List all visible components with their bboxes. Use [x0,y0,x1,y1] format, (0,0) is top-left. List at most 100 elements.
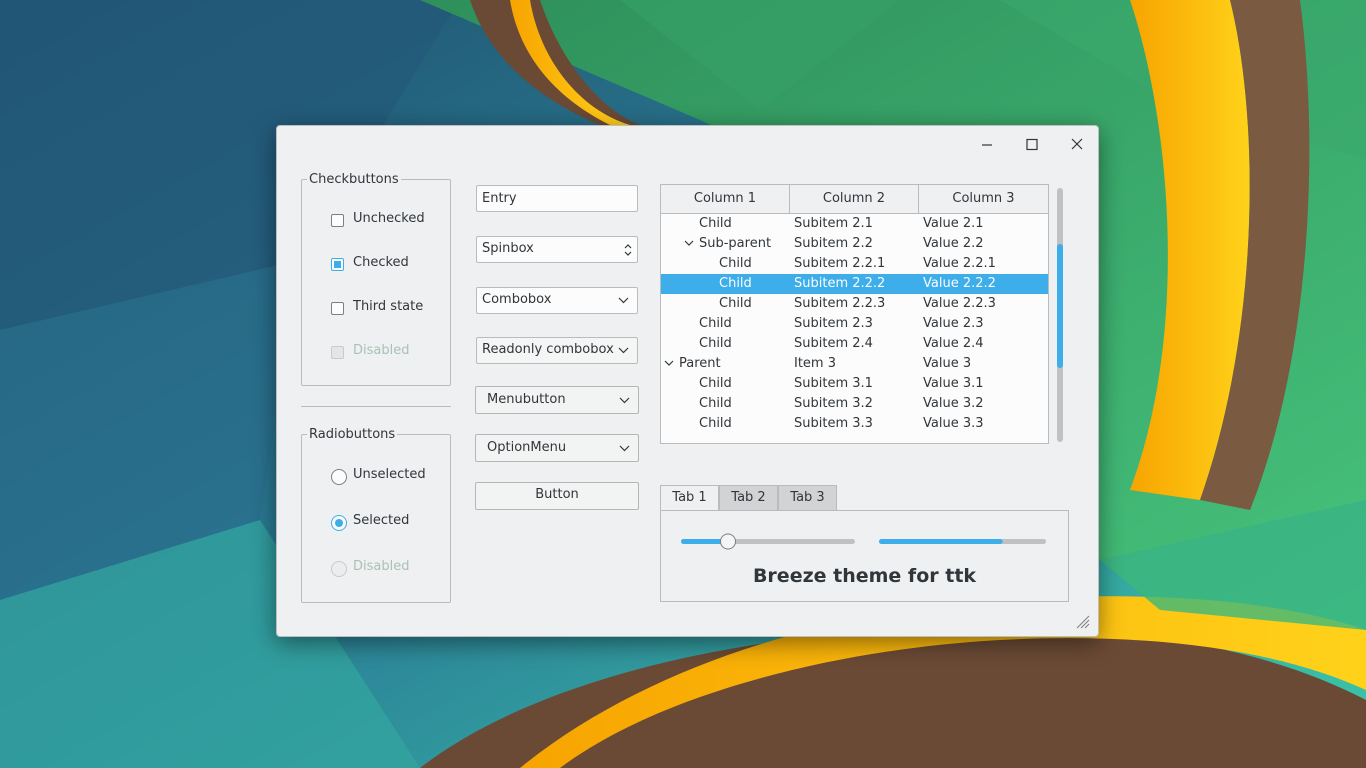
spinbox-value: Spinbox [482,241,534,256]
chevron-down-icon[interactable] [618,297,629,304]
combobox[interactable]: Combobox [476,287,638,314]
tree-cell-col2: Subitem 3.1 [794,376,873,391]
tree-cell-col2: Item 3 [794,356,836,371]
button[interactable]: Button [475,482,639,510]
tree-cell-col1: Sub-parent [699,236,772,251]
table-row[interactable]: Parent Item 3 Value 3 [661,354,1048,374]
tree-cell-col2: Subitem 2.2.2 [794,276,886,291]
tree-cell-col1: Child [699,396,732,411]
tree-cell-col3: Value 2.2.1 [923,256,996,271]
close-button[interactable] [1063,132,1091,156]
menubutton[interactable]: Menubutton [475,386,639,414]
minimize-button[interactable] [973,132,1001,156]
combobox-value: Combobox [482,292,552,307]
tree-cell-col3: Value 2.1 [923,216,984,231]
checkbox-unchecked-label[interactable]: Unchecked [353,211,425,226]
radiobuttons-list: Unselected Selected Disabled [301,427,451,603]
progressbar [879,539,1046,544]
tree-cell-col1: Child [699,416,732,431]
tree-cell-col3: Value 2.3 [923,316,984,331]
table-row[interactable]: Child Subitem 2.2.1 Value 2.2.1 [661,254,1048,274]
spinbox[interactable]: Spinbox [476,236,638,263]
tree-cell-col1: Child [719,276,752,291]
tab-1[interactable]: Tab 1 [660,485,719,512]
button-label: Button [535,487,579,502]
table-row[interactable]: Child Subitem 2.4 Value 2.4 [661,334,1048,354]
chevron-down-icon [619,397,630,404]
expander-chevron-down-icon[interactable] [664,359,674,367]
tree-cell-col1: Child [699,216,732,231]
tree-cell-col2: Subitem 2.3 [794,316,873,331]
scale-handle[interactable] [720,533,736,550]
breeze-theme-label: Breeze theme for ttk [752,565,977,587]
progressbar-fill [879,539,1003,544]
radio-disabled-label: Disabled [353,559,410,574]
tree-cell-col3: Value 3 [923,356,972,371]
tree-cell-col2: Subitem 2.2 [794,236,873,251]
tree-cell-col1: Child [719,296,752,311]
separator [301,406,451,407]
table-row[interactable]: Sub-parent Subitem 2.2 Value 2.2 [661,234,1048,254]
column-header-1[interactable]: Column 1 [661,185,790,214]
table-row[interactable]: Child Subitem 3.1 Value 3.1 [661,374,1048,394]
tree-cell-col1: Child [699,376,732,391]
tree-cell-col2: Subitem 2.4 [794,336,873,351]
column-header-3[interactable]: Column 3 [919,185,1048,214]
checkbox-unchecked[interactable] [331,214,344,227]
tree-cell-col3: Value 2.2.3 [923,296,996,311]
radio-disabled [331,561,347,577]
tree-cell-col1: Child [699,336,732,351]
table-row[interactable]: Child Subitem 2.1 Value 2.1 [661,214,1048,234]
menubutton-label: Menubutton [487,392,566,407]
tree-cell-col3: Value 3.2 [923,396,984,411]
checkbox-disabled-label: Disabled [353,343,410,358]
tab-2[interactable]: Tab 2 [719,485,778,511]
tab-pane: Breeze theme for ttk [660,510,1069,602]
treeview-scrollbar[interactable] [1057,188,1063,442]
chevron-down-icon [619,445,630,452]
tree-cell-col1: Parent [679,356,721,371]
tree-cell-col2: Subitem 3.2 [794,396,873,411]
column-header-2[interactable]: Column 2 [790,185,919,214]
table-row[interactable]: Child Subitem 2.2.3 Value 2.2.3 [661,294,1048,314]
expander-chevron-down-icon[interactable] [684,239,694,247]
optionmenu[interactable]: OptionMenu [475,434,639,462]
treeview-scrollbar-thumb[interactable] [1057,243,1063,369]
radio-unselected[interactable] [331,469,347,485]
minimize-icon [982,144,992,146]
maximize-icon [1026,138,1038,151]
checkbox-checked[interactable] [331,258,344,271]
tree-cell-col3: Value 3.1 [923,376,984,391]
tree-cell-col1: Child [699,316,732,331]
tab-3[interactable]: Tab 3 [778,485,837,511]
table-row[interactable]: Child Subitem 3.2 Value 3.2 [661,394,1048,414]
checkbox-third-state-label[interactable]: Third state [353,299,423,314]
tree-cell-col2: Subitem 2.2.1 [794,256,886,271]
radio-selected[interactable] [331,515,347,531]
tree-cell-col1: Child [719,256,752,271]
checkbox-checked-label[interactable]: Checked [353,255,409,270]
checkbox-third-state[interactable] [331,302,344,315]
optionmenu-label: OptionMenu [487,440,567,455]
spinbox-arrows-icon[interactable] [623,242,633,258]
readonly-combobox[interactable]: Readonly combobox [476,337,638,364]
entry-field[interactable] [476,185,638,212]
tree-cell-col3: Value 2.4 [923,336,984,351]
table-row[interactable]: Child Subitem 2.3 Value 2.3 [661,314,1048,334]
checkbox-disabled [331,346,344,359]
treeview[interactable]: Column 1 Column 2 Column 3 Child Subitem … [660,184,1049,444]
radio-selected-label[interactable]: Selected [353,513,409,528]
radio-unselected-label[interactable]: Unselected [353,467,426,482]
tree-cell-col3: Value 3.3 [923,416,984,431]
table-row[interactable]: Child Subitem 2.2.2 Value 2.2.2 [661,274,1048,294]
size-grip-icon[interactable] [1074,613,1090,629]
table-row[interactable]: Child Subitem 3.3 Value 3.3 [661,414,1048,434]
tree-cell-col2: Subitem 2.1 [794,216,873,231]
maximize-button[interactable] [1018,132,1046,156]
tree-cell-col2: Subitem 3.3 [794,416,873,431]
scale[interactable] [679,531,857,551]
chevron-down-icon [618,347,629,354]
tree-cell-col3: Value 2.2 [923,236,984,251]
main-window: Checkbuttons Unchecked Checked Third sta… [276,125,1099,637]
tree-cell-col2: Subitem 2.2.3 [794,296,886,311]
